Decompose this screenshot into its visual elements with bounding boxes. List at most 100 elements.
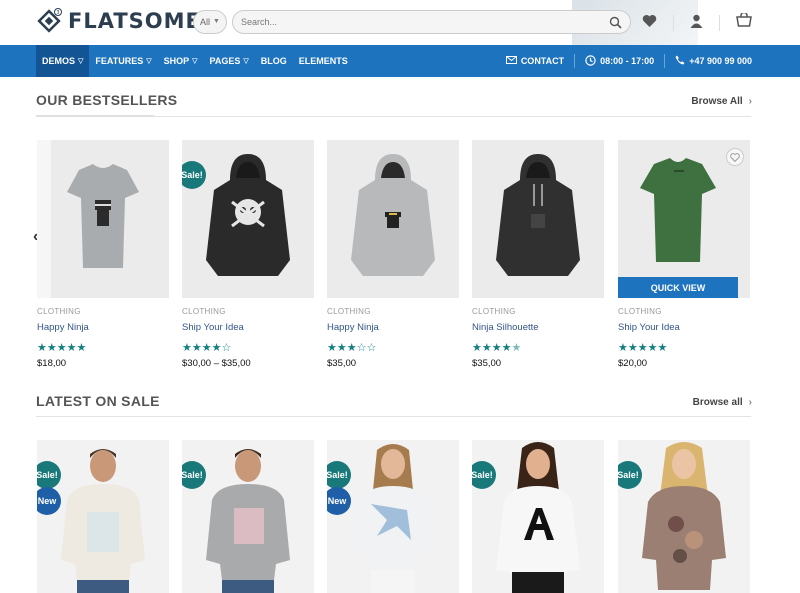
nav-item-label: DEMOS	[42, 56, 76, 66]
search-input[interactable]: Search...	[232, 9, 631, 34]
hours-label: 08:00 - 17:00	[600, 56, 655, 66]
product-card[interactable]: CLOTHING Happy Ninja ★★★☆☆ $35,00	[327, 140, 459, 369]
product-price: $30,00 – $35,00	[182, 358, 251, 369]
site-header: 3 FLATSOME All ▼ Search...	[0, 0, 800, 45]
site-logo[interactable]: 3 FLATSOME	[36, 8, 201, 34]
chevron-down-icon: ▽	[192, 58, 198, 65]
model-photo-icon	[618, 442, 750, 593]
logo-diamond-icon: 3	[36, 8, 62, 34]
product-image[interactable]: Sale!	[472, 440, 604, 593]
product-image[interactable]: Sale!	[182, 140, 314, 298]
user-icon[interactable]	[690, 14, 703, 33]
product-category[interactable]: CLOTHING	[618, 307, 750, 316]
star-icon: ★	[56, 342, 67, 354]
model-photo-icon	[37, 449, 169, 593]
nav-item-label: BLOG	[260, 56, 287, 66]
product-image[interactable]: QUICK VIEW	[618, 140, 750, 298]
nav-item-elements[interactable]: ELEMENTS	[293, 45, 354, 77]
search-icon[interactable]	[609, 16, 622, 31]
wishlist-heart-icon[interactable]	[726, 148, 744, 166]
star-icon: ★	[37, 342, 47, 354]
product-image[interactable]	[472, 140, 604, 298]
model-photo-icon	[327, 444, 459, 593]
product-card[interactable]: Sale! New	[37, 440, 169, 593]
product-card[interactable]: CLOTHING Happy Ninja ★★★★★ $18,00	[37, 140, 169, 369]
chevron-down-icon: ▽	[146, 58, 152, 65]
search-category-select[interactable]: All ▼	[193, 9, 227, 34]
section-title-underline	[36, 115, 154, 117]
opening-hours[interactable]: 08:00 - 17:00	[585, 54, 655, 68]
contact-link[interactable]: CONTACT	[505, 56, 564, 66]
section-title-bestsellers: OUR BESTSELLERS	[36, 92, 178, 108]
product-price: $18,00	[37, 358, 67, 369]
phone-label: +47 900 99 000	[689, 56, 752, 66]
product-card[interactable]: Sale!	[182, 440, 314, 593]
nav-item-shop[interactable]: SHOP ▽	[158, 45, 204, 77]
nav-item-pages[interactable]: PAGES ▽	[204, 45, 255, 77]
star-icon: ★	[647, 342, 658, 354]
nav-item-blog[interactable]: BLOG	[255, 45, 293, 77]
chevron-down-icon: ▼	[213, 18, 220, 25]
grey-hoodie-icon	[327, 154, 459, 298]
browse-all-link[interactable]: Browse All ›	[691, 96, 752, 107]
product-card[interactable]: QUICK VIEW CLOTHING Ship Your Idea ★★★★★…	[618, 140, 750, 369]
phone-icon	[675, 55, 685, 67]
product-category[interactable]: CLOTHING	[327, 307, 459, 316]
product-price: $35,00	[327, 358, 357, 369]
product-name[interactable]: Ship Your Idea	[618, 322, 750, 333]
search-category-label: All	[200, 16, 211, 27]
nav-item-label: PAGES	[209, 56, 241, 66]
product-price: $35,00	[472, 358, 502, 369]
product-card[interactable]: Sale!	[472, 440, 604, 593]
cart-icon[interactable]	[736, 11, 752, 33]
product-card[interactable]: Sale! New	[327, 440, 459, 593]
product-image[interactable]: Sale!	[182, 440, 314, 593]
header-divider	[673, 15, 674, 31]
nav-item-features[interactable]: FEATURES ▽	[89, 45, 157, 77]
star-rating: ★★★★★	[472, 341, 604, 354]
browse-all-link[interactable]: Browse all ›	[693, 397, 752, 408]
chevron-down-icon: ▽	[78, 58, 84, 65]
star-icon: ★	[201, 342, 212, 354]
nav-item-label: FEATURES	[95, 56, 144, 66]
star-icon: ★	[501, 342, 512, 354]
phone-link[interactable]: +47 900 99 000	[675, 55, 752, 67]
product-image[interactable]	[37, 140, 169, 298]
star-rating: ★★★☆☆	[327, 341, 459, 354]
product-card[interactable]: Sale! CLOTHING Ship Your Idea ★★★★☆ $30,…	[182, 140, 314, 369]
star-icon: ★	[182, 342, 192, 354]
header-icons	[642, 11, 752, 33]
product-image[interactable]: Sale!	[618, 440, 750, 593]
chevron-down-icon: ▽	[243, 58, 249, 65]
star-icon: ★	[211, 342, 222, 354]
nav-item-label: ELEMENTS	[298, 56, 348, 66]
logo-text: FLATSOME	[68, 9, 201, 33]
product-name[interactable]: Ninja Silhouette	[472, 322, 604, 333]
star-icon: ★	[637, 342, 648, 354]
heart-icon[interactable]	[642, 14, 657, 33]
product-category[interactable]: CLOTHING	[182, 307, 314, 316]
quick-view-button[interactable]: QUICK VIEW	[618, 277, 738, 298]
clock-icon	[585, 54, 596, 68]
product-image[interactable]: Sale! New	[327, 440, 459, 593]
product-image[interactable]	[327, 140, 459, 298]
star-icon: ★	[472, 342, 482, 354]
nav-item-demos[interactable]: DEMOS ▽	[36, 45, 90, 77]
product-category[interactable]: CLOTHING	[472, 307, 604, 316]
product-card[interactable]: Sale!	[618, 440, 750, 593]
nav-menu: DEMOS ▽ FEATURES ▽ SHOP ▽ PAGES ▽ BLOG E…	[36, 45, 354, 77]
star-rating: ★★★★★	[618, 341, 750, 354]
product-name[interactable]: Happy Ninja	[327, 322, 459, 333]
browse-all-label: Browse all	[692, 397, 743, 408]
product-category[interactable]: CLOTHING	[37, 307, 169, 316]
nav-contact-bar: CONTACT 08:00 - 17:00 +47 900 99 000	[505, 45, 752, 77]
star-icon: ★	[46, 342, 57, 354]
product-card[interactable]: CLOTHING Ninja Silhouette ★★★★★ $35,00	[472, 140, 604, 369]
product-image[interactable]: Sale! New	[37, 440, 169, 593]
product-name[interactable]: Ship Your Idea	[182, 322, 314, 333]
product-name[interactable]: Happy Ninja	[37, 322, 169, 333]
star-icon: ★	[511, 342, 522, 354]
chevron-right-icon: ›	[748, 397, 752, 408]
star-icon: ★	[618, 342, 628, 354]
star-icon: ★	[627, 342, 638, 354]
